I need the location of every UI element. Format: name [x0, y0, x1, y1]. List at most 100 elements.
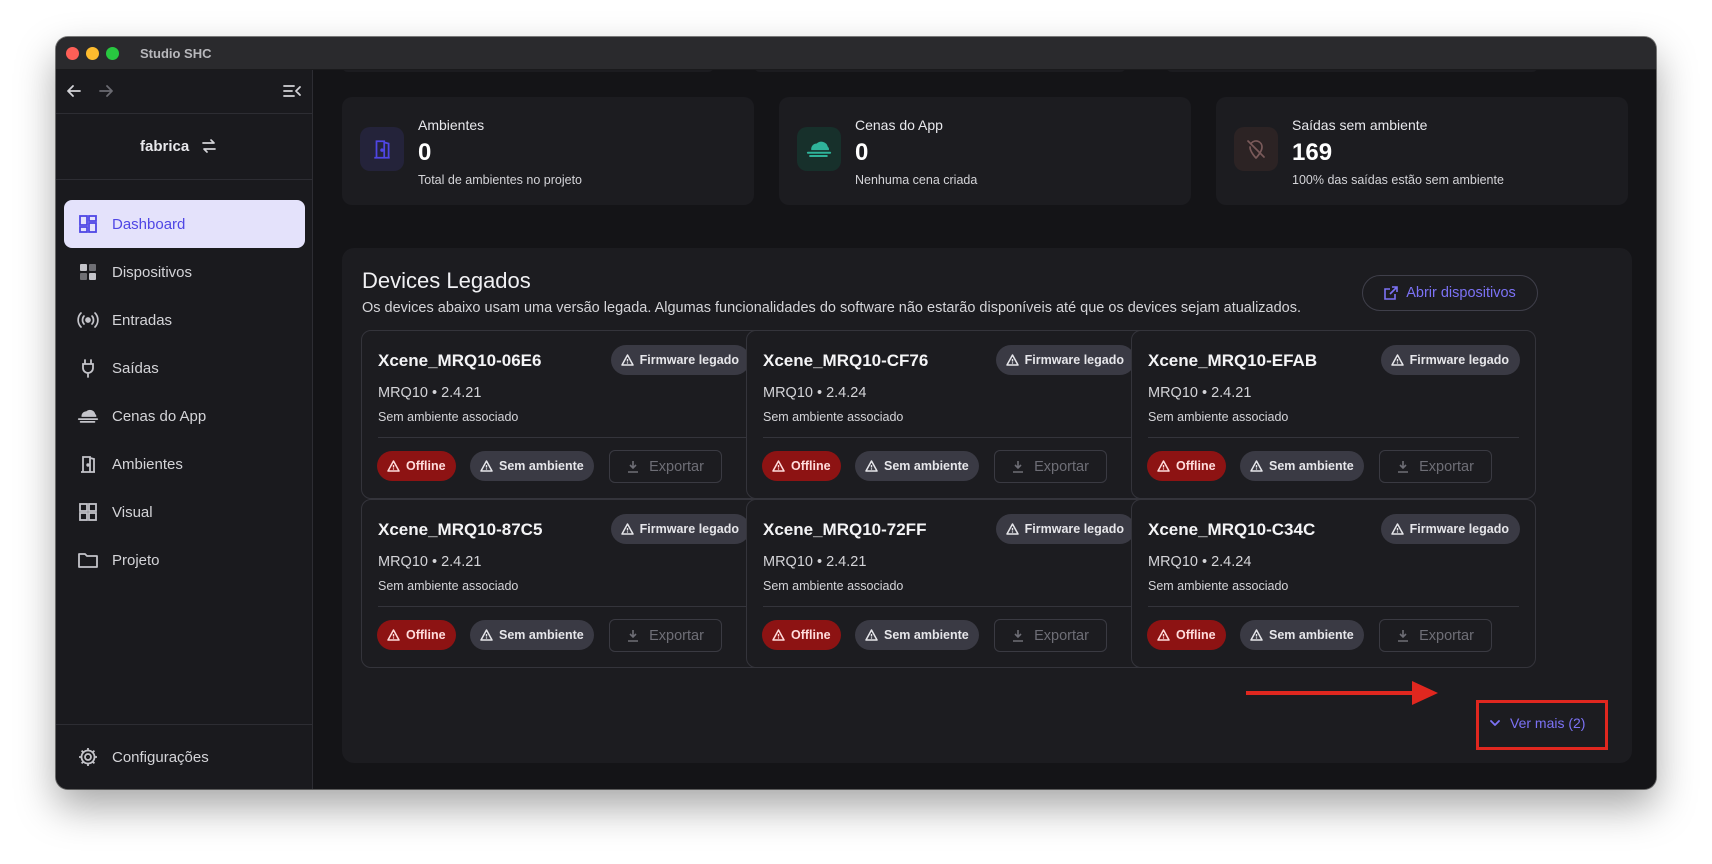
- device-env: Sem ambiente associado: [763, 579, 904, 593]
- dashboard-icon: [77, 213, 99, 235]
- see-more-button[interactable]: Ver mais (2): [1490, 715, 1585, 731]
- download-icon: [628, 630, 639, 642]
- forward-arrow-icon[interactable]: [97, 82, 117, 102]
- warning-icon: [480, 460, 493, 472]
- badge-label: Sem ambiente: [1269, 628, 1354, 642]
- warning-icon: [387, 629, 400, 641]
- project-name: fabrica: [140, 138, 190, 155]
- badge-label: Offline: [791, 459, 831, 473]
- sidebar-item-saidas[interactable]: Saídas: [64, 344, 305, 392]
- title-bar: Studio SHC: [56, 37, 1656, 70]
- export-button[interactable]: Exportar: [1379, 450, 1492, 483]
- stat-card-ambientes: Ambientes 0 Total de ambientes no projet…: [342, 97, 754, 205]
- badge-label: Sem ambiente: [499, 628, 584, 642]
- export-label: Exportar: [1034, 627, 1089, 644]
- badge-label: Sem ambiente: [1269, 459, 1354, 473]
- firmware-legacy-badge: Firmware legado: [610, 345, 750, 375]
- badge-label: Firmware legado: [1024, 353, 1124, 367]
- offline-badge: Offline: [1147, 620, 1226, 650]
- sidebar-item-ambientes[interactable]: Ambientes: [64, 440, 305, 488]
- warning-icon: [1157, 460, 1170, 472]
- sidebar-item-label: Cenas do App: [112, 407, 207, 425]
- device-name: Xcene_MRQ10-CF76: [763, 351, 929, 370]
- sidebar-item-projeto[interactable]: Projeto: [64, 536, 305, 584]
- badge-label: Firmware legado: [1024, 522, 1124, 536]
- warning-icon: [1250, 460, 1263, 472]
- sidebar-item-configuracoes[interactable]: Configurações: [56, 724, 313, 789]
- export-button[interactable]: Exportar: [609, 619, 722, 652]
- device-env: Sem ambiente associado: [378, 410, 519, 424]
- legacy-devices-panel: Devices Legados Os devices abaixo usam u…: [342, 248, 1632, 763]
- device-env: Sem ambiente associado: [1148, 410, 1289, 424]
- offline-badge: Offline: [1147, 451, 1226, 481]
- export-button[interactable]: Exportar: [609, 450, 722, 483]
- cloud-icon: [77, 405, 99, 427]
- stat-subtitle: Total de ambientes no projeto: [418, 173, 582, 187]
- device-name: Xcene_MRQ10-72FF: [763, 520, 927, 539]
- offline-badge: Offline: [377, 620, 456, 650]
- sidebar-item-dispositivos[interactable]: Dispositivos: [64, 248, 305, 296]
- device-card: Xcene_MRQ10-EFAB Firmware legado MRQ10 •…: [1131, 330, 1536, 499]
- grid-icon: [77, 501, 99, 523]
- badge-label: Sem ambiente: [884, 459, 969, 473]
- window-title: Studio SHC: [140, 46, 212, 61]
- location-off-icon: [1234, 127, 1278, 171]
- sidebar-item-visual[interactable]: Visual: [64, 488, 305, 536]
- stat-value: 0: [855, 139, 869, 166]
- export-button[interactable]: Exportar: [994, 619, 1107, 652]
- warning-icon: [1005, 523, 1019, 535]
- no-environment-badge: Sem ambiente: [470, 451, 594, 481]
- swap-icon[interactable]: [200, 138, 218, 154]
- download-icon: [1013, 630, 1024, 642]
- sidebar-item-dashboard[interactable]: Dashboard: [64, 200, 305, 248]
- chevron-down-icon: [1490, 719, 1500, 726]
- back-arrow-icon[interactable]: [65, 82, 85, 102]
- export-label: Exportar: [1419, 627, 1474, 644]
- device-model: MRQ10 • 2.4.21: [378, 554, 482, 570]
- signal-icon: [77, 309, 99, 331]
- minimize-window-button[interactable]: [86, 47, 99, 60]
- device-card: Xcene_MRQ10-CF76 Firmware legado MRQ10 •…: [746, 330, 1151, 499]
- section-description: Os devices abaixo usam uma versão legada…: [362, 300, 1302, 316]
- device-name: Xcene_MRQ10-EFAB: [1148, 351, 1318, 370]
- badge-label: Sem ambiente: [499, 459, 584, 473]
- badge-label: Offline: [1176, 459, 1216, 473]
- no-environment-badge: Sem ambiente: [470, 620, 594, 650]
- sidebar-item-entradas[interactable]: Entradas: [64, 296, 305, 344]
- no-environment-badge: Sem ambiente: [1240, 451, 1364, 481]
- warning-icon: [620, 354, 634, 366]
- close-window-button[interactable]: [66, 47, 79, 60]
- section-title: Devices Legados: [362, 268, 531, 293]
- device-env: Sem ambiente associado: [378, 579, 519, 593]
- export-button[interactable]: Exportar: [994, 450, 1107, 483]
- stat-value: 169: [1292, 139, 1333, 166]
- warning-icon: [865, 460, 878, 472]
- sidebar-item-cenas[interactable]: Cenas do App: [64, 392, 305, 440]
- door-icon: [360, 127, 404, 171]
- divider: [1148, 606, 1519, 607]
- sidebar-item-label: Entradas: [112, 311, 173, 329]
- stat-card-saidas-sem-ambiente: Saídas sem ambiente 169 100% das saídas …: [1216, 97, 1628, 205]
- devices-icon: [77, 261, 99, 283]
- warning-icon: [1005, 354, 1019, 366]
- firmware-legacy-badge: Firmware legado: [995, 514, 1135, 544]
- collapse-menu-icon[interactable]: [282, 82, 302, 102]
- cloud-icon: [797, 127, 841, 171]
- open-devices-label: Abrir dispositivos: [1406, 285, 1516, 301]
- stat-subtitle: Nenhuma cena criada: [855, 173, 978, 187]
- open-devices-button[interactable]: Abrir dispositivos: [1362, 275, 1538, 311]
- firmware-legacy-badge: Firmware legado: [610, 514, 750, 544]
- maximize-window-button[interactable]: [106, 47, 119, 60]
- divider: [378, 437, 749, 438]
- badge-label: Firmware legado: [1409, 522, 1509, 536]
- project-switcher[interactable]: fabrica: [56, 114, 313, 180]
- download-icon: [1013, 461, 1024, 473]
- device-card: Xcene_MRQ10-06E6 Firmware legado MRQ10 •…: [361, 330, 766, 499]
- device-model: MRQ10 • 2.4.24: [1148, 554, 1252, 570]
- export-button[interactable]: Exportar: [1379, 619, 1492, 652]
- device-model: MRQ10 • 2.4.21: [763, 554, 867, 570]
- no-environment-badge: Sem ambiente: [855, 620, 979, 650]
- gear-icon: [77, 746, 99, 768]
- offline-badge: Offline: [762, 451, 841, 481]
- warning-icon: [772, 460, 785, 472]
